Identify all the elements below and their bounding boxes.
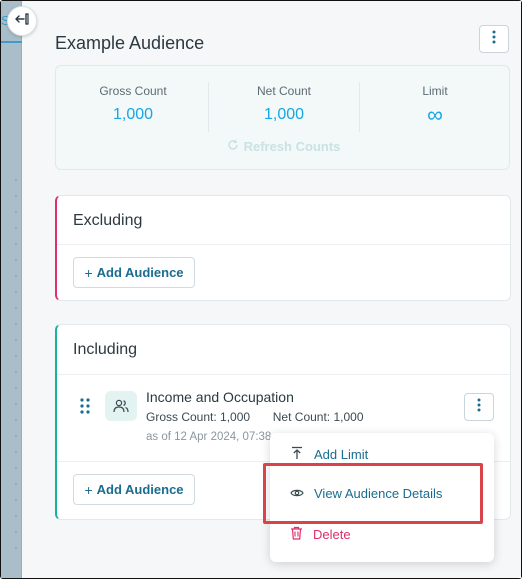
stat-label: Net Count xyxy=(256,84,312,98)
collapse-panel-button[interactable] xyxy=(7,6,37,36)
more-vertical-icon xyxy=(477,398,481,417)
menu-item-label: Delete xyxy=(313,527,351,542)
highlight-annotation xyxy=(263,463,483,524)
stat-label: Gross Count xyxy=(99,84,167,98)
plus-icon: + xyxy=(84,481,93,498)
refresh-label: Refresh Counts xyxy=(243,139,341,154)
segment-date: as of 12 Apr 2024, 07:38 xyxy=(146,431,272,443)
section-divider xyxy=(57,244,510,245)
audience-stats-card: Gross Count 1,000 Net Count 1,000 Limit … xyxy=(55,65,510,170)
excluding-add-audience-button[interactable]: + Add Audience xyxy=(73,257,195,288)
segment-counts: Gross Count: 1,000 Net Count: 1,000 xyxy=(146,410,364,424)
segment-more-button[interactable] xyxy=(464,393,494,421)
menu-item-delete[interactable]: Delete xyxy=(290,526,351,543)
more-vertical-icon xyxy=(492,30,496,49)
refresh-counts-button[interactable]: Refresh Counts xyxy=(56,139,511,154)
stat-value: ∞ xyxy=(427,102,443,127)
stat-gross-count: Gross Count 1,000 xyxy=(58,84,208,124)
plus-icon: + xyxy=(84,264,93,281)
stat-limit: Limit ∞ xyxy=(360,84,510,128)
menu-item-label: Add Limit xyxy=(314,447,369,462)
segment-users-icon xyxy=(105,391,137,421)
including-add-audience-button[interactable]: + Add Audience xyxy=(73,474,195,505)
left-strip-dots xyxy=(15,179,18,563)
stat-value: 1,000 xyxy=(112,106,154,123)
segment-net-label: Net Count: xyxy=(272,410,331,424)
segment-gross-label: Gross Count: xyxy=(146,410,217,424)
menu-item-add-limit[interactable]: Add Limit xyxy=(290,446,368,463)
stat-label: Limit xyxy=(422,84,448,98)
refresh-icon xyxy=(227,139,239,154)
collapse-left-icon xyxy=(15,12,29,30)
including-title: Including xyxy=(73,341,138,358)
excluding-section: Excluding + Add Audience xyxy=(55,195,511,301)
add-audience-label: Add Audience xyxy=(96,482,184,497)
left-panel-strip: S xyxy=(1,1,22,578)
audience-more-button[interactable] xyxy=(479,25,509,53)
stat-value: 1,000 xyxy=(263,106,305,123)
segment-net-value: 1,000 xyxy=(333,410,364,424)
add-audience-label: Add Audience xyxy=(96,265,184,280)
section-divider xyxy=(57,374,510,375)
trash-icon xyxy=(290,526,303,543)
segment-name: Income and Occupation xyxy=(146,389,294,405)
page-title: Example Audience xyxy=(55,33,205,53)
stat-net-count: Net Count 1,000 xyxy=(209,84,359,124)
drag-handle-icon[interactable] xyxy=(79,397,91,415)
excluding-title: Excluding xyxy=(73,212,143,229)
add-limit-icon xyxy=(290,446,304,463)
segment-gross-value: 1,000 xyxy=(220,410,251,424)
left-tab-underline xyxy=(1,41,22,43)
